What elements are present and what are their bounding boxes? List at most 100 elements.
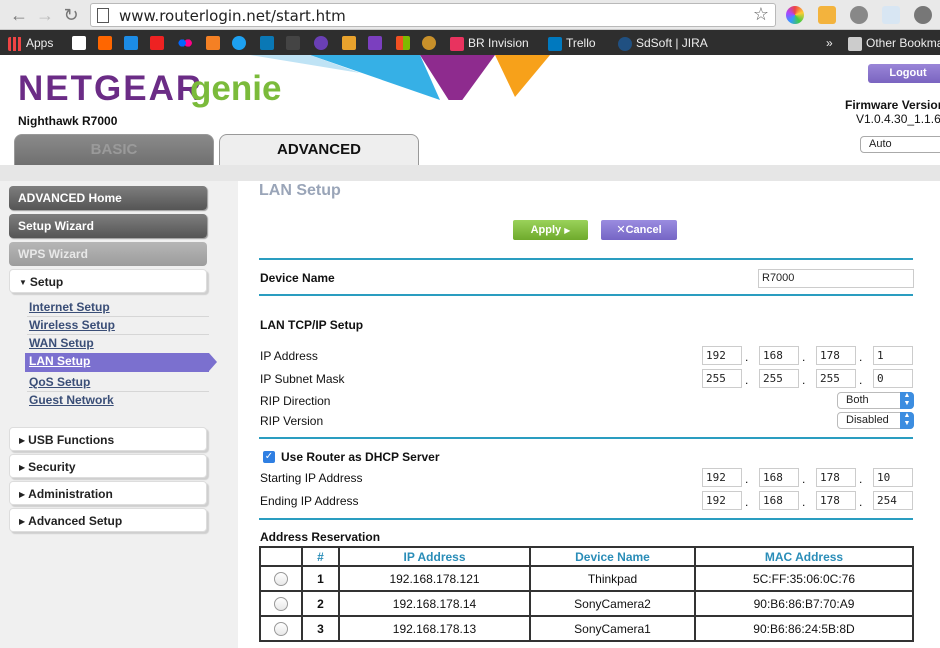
bookmark-sdsoft-jira[interactable]: SdSoft | JIRA [618,35,708,51]
ip-octet-3[interactable]: 178 [816,346,856,365]
bookmark-trello[interactable]: Trello [548,35,596,51]
sidebar-setup[interactable]: ▼ Setup [9,269,207,293]
start-ip-octet-4[interactable]: 10 [873,468,913,487]
dot-separator: . [859,472,863,486]
address-bar[interactable]: www.routerlogin.net/start.htm ☆ [90,3,776,27]
rip-version-select[interactable]: Disabled ▲ ▼ [837,412,914,429]
bookmark-icon[interactable] [422,36,436,50]
bookmarks-bar: Apps BR Invision Trello SdSoft | JIRA » … [0,30,940,55]
tab-basic[interactable]: BASIC [14,134,214,166]
table-row: 3 192.168.178.13 SonyCamera1 90:B6:86:24… [259,615,914,642]
gear-icon[interactable] [850,6,868,24]
dhcp-server-checkbox[interactable]: ✓ [263,451,275,463]
sidebar-item-label: USB Functions [28,433,115,447]
start-ip-octet-1[interactable]: 192 [702,468,742,487]
updown-arrow-icon: ▲ ▼ [900,412,914,429]
bookmark-star-icon[interactable]: ☆ [753,4,769,25]
start-ip-octet-3[interactable]: 178 [816,468,856,487]
sidebar-setup-wizard[interactable]: Setup Wizard [9,214,207,238]
forward-icon[interactable]: → [34,4,56,26]
start-ip-octet-2[interactable]: 168 [759,468,799,487]
mask-octet-4[interactable]: 0 [873,369,913,388]
end-ip-octet-4[interactable]: 254 [873,491,913,510]
flickr-icon[interactable] [178,36,192,50]
color-wheel-icon[interactable] [786,6,804,24]
reload-icon[interactable]: ↻ [60,4,82,26]
tab-advanced[interactable]: ADVANCED [219,134,419,166]
ip-octet-2[interactable]: 168 [759,346,799,365]
bookmark-apps[interactable]: Apps [8,35,53,51]
gmail-icon[interactable] [72,36,86,50]
mask-octet-1[interactable]: 255 [702,369,742,388]
apply-button[interactable]: Apply ▶ [513,220,588,240]
rip-direction-label: RIP Direction [260,394,331,408]
close-icon: ✕ [616,224,626,236]
rip-direction-select[interactable]: Both ▲ ▼ [837,392,914,409]
dot-separator: . [802,350,806,364]
visualstudio-icon[interactable] [368,36,382,50]
ip-octet-1[interactable]: 192 [702,346,742,365]
youtube-icon[interactable] [150,36,164,50]
logout-button[interactable]: Logout [868,64,940,83]
sidebar-item-internet-setup[interactable]: Internet Setup [29,300,110,314]
select-value: Disabled [846,414,889,426]
row-mac: 90:B6:86:24:5B:8D [694,615,914,642]
mask-octet-2[interactable]: 255 [759,369,799,388]
cancel-button[interactable]: ✕Cancel [601,220,677,240]
dhcp-server-label: Use Router as DHCP Server [281,450,440,464]
main-content: LAN Setup Apply ▶ ✕Cancel Device Name R7… [238,181,940,648]
microsoft-icon[interactable] [396,36,410,50]
sidebar-item-label: Security [28,460,76,474]
section-divider [259,437,913,439]
row-number: 3 [301,615,340,642]
section-divider [259,294,913,296]
sidebar-item-qos-setup[interactable]: QoS Setup [29,375,90,389]
row-radio[interactable] [274,621,288,636]
play-icon[interactable] [882,6,900,24]
ip-octet-4[interactable]: 1 [873,346,913,365]
sidebar-item-wireless-setup[interactable]: Wireless Setup [29,318,115,332]
row-mac: 5C:FF:35:06:0C:76 [694,565,914,592]
bookmark-br-invision[interactable]: BR Invision [450,35,529,51]
soundcloud-icon[interactable] [98,36,112,50]
sidebar-item-guest-network[interactable]: Guest Network [29,393,114,407]
st-icon[interactable] [286,36,300,50]
back-icon[interactable]: ← [8,4,30,26]
extension-icon[interactable] [914,6,932,24]
sidebar-wps-wizard[interactable]: WPS Wizard [9,242,207,266]
bookmark-icon[interactable] [124,36,138,50]
bookmark-label: Apps [26,36,54,50]
row-select-cell [259,590,303,617]
extension-icon[interactable] [818,6,836,24]
update-mode-select[interactable]: Auto [860,136,940,153]
dot-separator: . [745,373,749,387]
bookmarks-overflow[interactable]: » [826,35,833,51]
sidebar-item-lan-setup[interactable]: LAN Setup [25,353,217,372]
linkedin-icon[interactable] [260,36,274,50]
sidebar-item-label: Advanced Setup [28,514,123,528]
device-name-input[interactable]: R7000 [758,269,914,288]
stackoverflow-icon[interactable] [206,36,220,50]
bookmark-icon[interactable] [314,36,328,50]
end-ip-octet-2[interactable]: 168 [759,491,799,510]
box-icon[interactable] [342,36,356,50]
end-ip-octet-3[interactable]: 178 [816,491,856,510]
netgear-header: NETGEAR genie Nighthawk R7000 BASIC ADVA… [0,55,940,166]
sidebar-advanced-setup[interactable]: ▶ Advanced Setup [9,508,207,532]
sidebar-advanced-home[interactable]: ADVANCED Home [9,186,207,210]
row-radio[interactable] [274,596,288,611]
end-ip-octet-1[interactable]: 192 [702,491,742,510]
section-divider [259,258,913,260]
sidebar-usb-functions[interactable]: ▶ USB Functions [9,427,207,451]
triangle-right-icon: ▶ [19,436,26,445]
sidebar-security[interactable]: ▶ Security [9,454,207,478]
row-number: 1 [301,565,340,592]
bookmark-other[interactable]: Other Bookmarks [848,35,940,51]
button-label: Apply [530,224,562,236]
sidebar-administration[interactable]: ▶ Administration [9,481,207,505]
sidebar-item-wan-setup[interactable]: WAN Setup [29,336,94,350]
row-radio[interactable] [274,571,288,586]
twitter-icon[interactable] [232,36,246,50]
header-divider [0,165,940,181]
mask-octet-3[interactable]: 255 [816,369,856,388]
